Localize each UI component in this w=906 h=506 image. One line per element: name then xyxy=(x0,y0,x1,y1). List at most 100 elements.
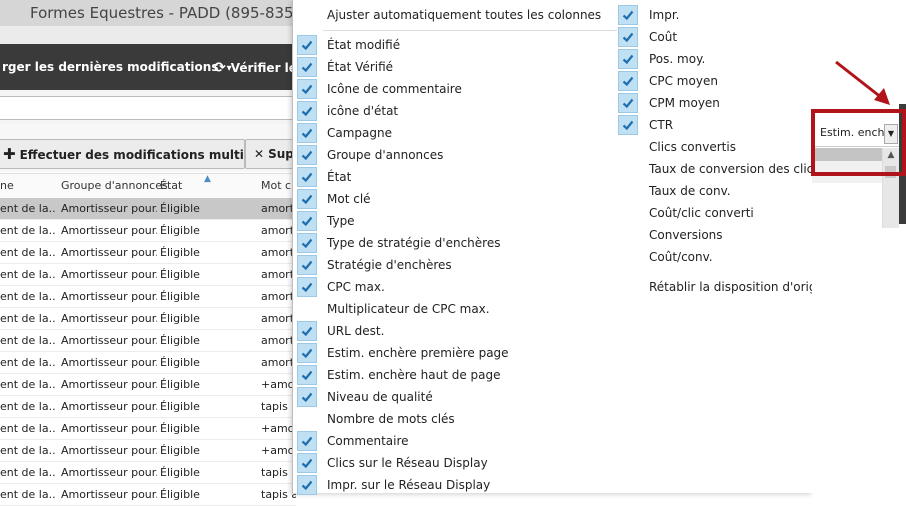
column-option-item[interactable]: Taux de conversion des clics xyxy=(293,158,879,180)
table-row[interactable]: ent de la... Amortisseur pour... Éligible +… xyxy=(0,440,296,462)
table-cell: ent de la... xyxy=(0,444,56,457)
column-option-item[interactable]: Pos. moy. xyxy=(293,48,879,70)
table-row[interactable]: ent de la... Amortisseur pour... Éligible +… xyxy=(0,374,296,396)
table-cell: ent de la... xyxy=(0,400,56,413)
column-option-item[interactable]: Impr. xyxy=(293,4,879,26)
table-row[interactable]: ent de la... Amortisseur pour... Éligible t… xyxy=(0,484,296,506)
column-option-checkbox[interactable] xyxy=(297,343,317,363)
table-cell: ent de la... xyxy=(0,202,56,215)
column-option-item[interactable]: CPC max. xyxy=(293,276,557,298)
column-option-item[interactable]: URL dest. xyxy=(293,320,557,342)
column-option-label: Estim. enchère haut de page xyxy=(327,368,501,382)
table-row[interactable]: ent de la... Amortisseur pour... Éligible a… xyxy=(0,220,296,242)
column-option-item[interactable]: Clics sur le Réseau Display xyxy=(293,452,557,474)
multi-edit-button[interactable]: ✚Effectuer des modifications multiples xyxy=(0,139,245,169)
table-cell: ent de la... xyxy=(0,422,56,435)
table-cell: ent de la... xyxy=(0,356,56,369)
column-option-checkbox[interactable] xyxy=(618,5,638,25)
column-option-checkbox[interactable] xyxy=(618,115,638,135)
table-row[interactable]: ent de la... Amortisseur pour... Éligible a… xyxy=(0,198,296,220)
table-cell: Amortisseur pour... xyxy=(61,422,157,435)
column-option-item[interactable]: Conversions xyxy=(293,224,879,246)
table-cell: Éligible xyxy=(160,444,200,457)
table-cell: Éligible xyxy=(160,202,200,215)
column-option-checkbox[interactable] xyxy=(297,453,317,473)
multi-edit-label: Effectuer des modifications multiples xyxy=(19,148,244,162)
table-cell: Éligible xyxy=(160,246,200,259)
column-option-checkbox[interactable] xyxy=(297,277,317,297)
table-row[interactable]: ent de la... Amortisseur pour... Éligible a… xyxy=(0,242,296,264)
verify-button[interactable]: ⟳ Vérifier le xyxy=(214,60,297,76)
column-option-item[interactable]: CTR xyxy=(293,114,879,136)
checkmark-icon xyxy=(622,120,634,131)
column-header-campaign[interactable]: ne xyxy=(0,179,14,192)
column-option-label: Taux de conversion des clics xyxy=(649,162,820,176)
column-option-item[interactable]: Multiplicateur de CPC max. xyxy=(293,298,557,320)
table-cell: +amor xyxy=(261,444,296,457)
checkmark-icon xyxy=(622,54,634,65)
table-row[interactable]: ent de la... Amortisseur pour... Éligible a… xyxy=(0,286,296,308)
table-cell: Amortisseur pour... xyxy=(61,400,157,413)
table-cell: tapis a xyxy=(261,400,296,413)
table-row[interactable]: ent de la... Amortisseur pour... Éligible a… xyxy=(0,330,296,352)
column-option-label: Coût/conv. xyxy=(649,250,713,264)
column-option-checkbox[interactable] xyxy=(618,49,638,69)
column-option-item[interactable]: Coût/conv. xyxy=(293,246,879,268)
search-input[interactable] xyxy=(0,96,293,120)
column-option-checkbox[interactable] xyxy=(297,387,317,407)
sort-ascending-icon: ▲ xyxy=(204,174,211,184)
table-cell: Éligible xyxy=(160,312,200,325)
column-option-checkbox[interactable] xyxy=(297,431,317,451)
table-cell: tapis a xyxy=(261,466,296,479)
column-option-label: Conversions xyxy=(649,228,723,242)
column-option-item[interactable]: Clics convertis xyxy=(293,136,879,158)
table-cell: amorti xyxy=(261,334,296,347)
column-option-checkbox[interactable] xyxy=(297,475,317,495)
table-row[interactable]: ent de la... Amortisseur pour... Éligible t… xyxy=(0,396,296,418)
checkmark-icon xyxy=(301,392,313,403)
table-row[interactable]: ent de la... Amortisseur pour... Éligible a… xyxy=(0,264,296,286)
column-header-ad-group[interactable]: Groupe d'annonces xyxy=(61,179,168,192)
table-cell: ent de la... xyxy=(0,224,56,237)
column-option-label: Clics convertis xyxy=(649,140,736,154)
column-option-item[interactable]: Estim. enchère haut de page xyxy=(293,364,557,386)
plus-icon: ✚ xyxy=(3,145,16,163)
column-header-status[interactable]: État xyxy=(160,179,182,192)
table-cell: Éligible xyxy=(160,290,200,303)
column-option-item[interactable]: Taux de conv. xyxy=(293,180,879,202)
column-option-item[interactable]: CPC moyen xyxy=(293,70,879,92)
reset-layout-label: Rétablir la disposition d'origine xyxy=(649,280,835,294)
table-cell: amorti xyxy=(261,202,296,215)
table-row[interactable]: ent de la... Amortisseur pour... Éligible a… xyxy=(0,308,296,330)
table-cell: +amor xyxy=(261,422,296,435)
column-option-item[interactable]: Coût/clic converti xyxy=(293,202,879,224)
column-option-item[interactable]: Coût xyxy=(293,26,879,48)
table-cell: amorti xyxy=(261,312,296,325)
table-cell: Éligible xyxy=(160,268,200,281)
checkmark-icon xyxy=(301,436,313,447)
column-option-checkbox[interactable] xyxy=(297,365,317,385)
column-option-checkbox[interactable] xyxy=(618,27,638,47)
column-option-checkbox[interactable] xyxy=(618,93,638,113)
highlight-callout-box xyxy=(811,109,906,176)
column-header-keyword[interactable]: Mot cl xyxy=(261,179,294,192)
checkmark-icon xyxy=(622,10,634,21)
column-option-label: CPC max. xyxy=(327,280,385,294)
column-option-item[interactable]: CPM moyen xyxy=(293,92,879,114)
column-option-label: Taux de conv. xyxy=(649,184,731,198)
column-option-item[interactable]: Estim. enchère première page xyxy=(293,342,557,364)
column-chooser-menu: Ajuster automatiquement toutes les colon… xyxy=(292,0,835,495)
column-option-item[interactable]: Nombre de mots clés xyxy=(293,408,557,430)
column-option-item[interactable]: Commentaire xyxy=(293,430,557,452)
table-cell: ent de la... xyxy=(0,290,56,303)
table-row[interactable]: ent de la... Amortisseur pour... Éligible a… xyxy=(0,352,296,374)
table-row[interactable]: ent de la... Amortisseur pour... Éligible +… xyxy=(0,418,296,440)
table-row[interactable]: ent de la... Amortisseur pour... Éligible t… xyxy=(0,462,296,484)
table-cell: ent de la... xyxy=(0,378,56,391)
column-option-checkbox[interactable] xyxy=(297,321,317,341)
table-cell: ent de la... xyxy=(0,488,56,501)
column-option-checkbox[interactable] xyxy=(618,71,638,91)
column-option-item[interactable]: Niveau de qualité xyxy=(293,386,557,408)
table-cell: ent de la... xyxy=(0,334,56,347)
load-changes-button[interactable]: rger les dernières modifications ▾ xyxy=(2,60,232,74)
